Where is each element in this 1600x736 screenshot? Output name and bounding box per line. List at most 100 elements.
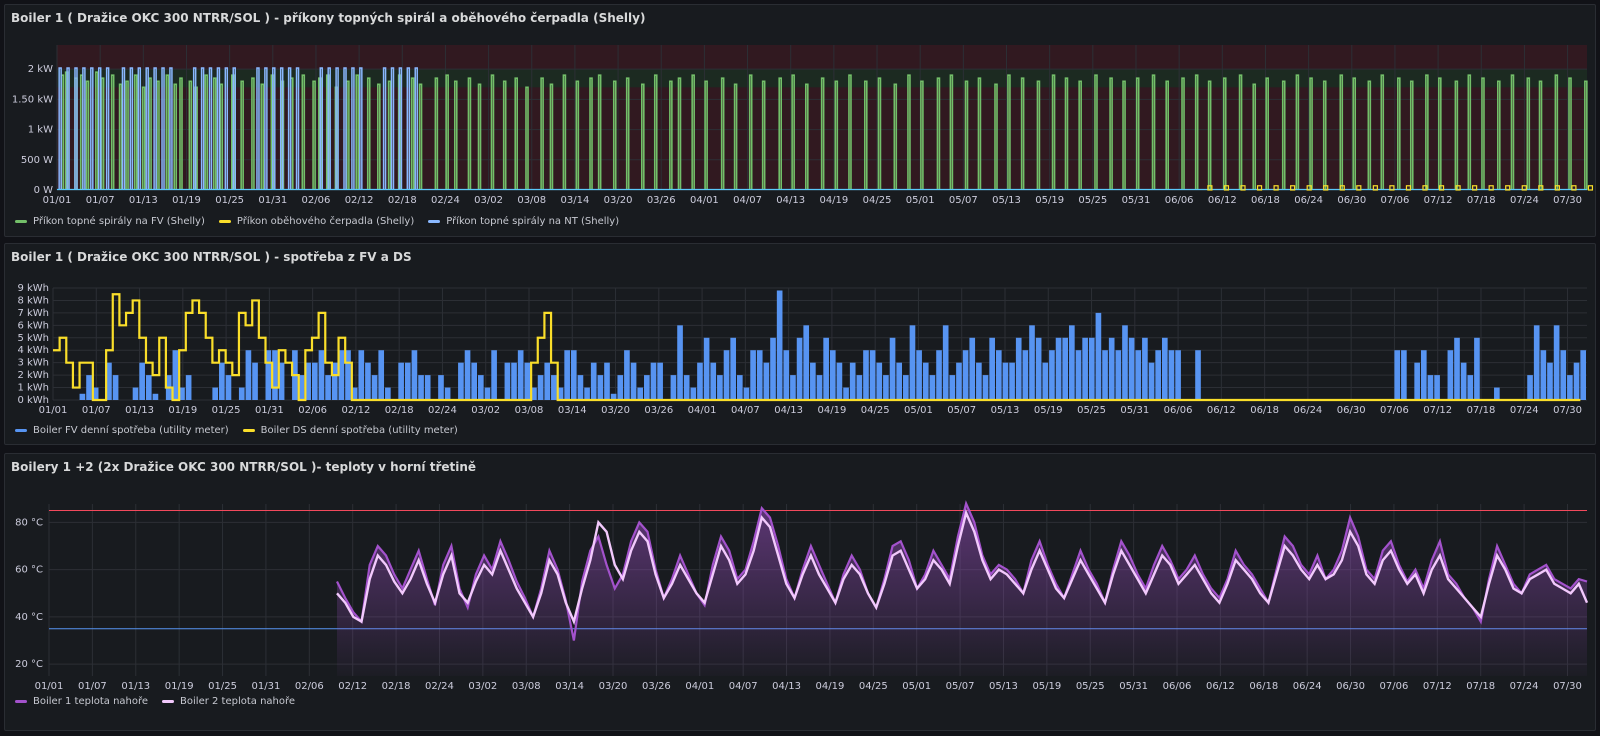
x-tick-label: 01/07 — [82, 405, 111, 416]
x-tick-label: 07/12 — [1423, 681, 1452, 692]
x-tick-label: 05/01 — [906, 195, 935, 206]
legend-item[interactable]: Boiler 2 teplota nahoře — [162, 696, 295, 707]
fv-energy-bar — [1108, 337, 1115, 400]
x-tick-label: 06/06 — [1165, 195, 1194, 206]
fv-energy-bar — [491, 350, 497, 400]
fv-energy-bar — [903, 375, 909, 400]
x-tick-label: 07/30 — [1553, 681, 1582, 692]
fv-energy-bar — [597, 375, 604, 400]
energy-panel: Boiler 1 ( Dražice OKC 300 NTRR/SOL ) - … — [4, 243, 1596, 445]
x-tick-label: 04/19 — [819, 195, 848, 206]
x-tick-label: 03/02 — [471, 405, 500, 416]
x-tick-label: 03/08 — [517, 195, 546, 206]
fv-energy-bar — [843, 387, 849, 400]
fv-energy-bar — [604, 362, 610, 400]
fv-energy-bar — [1195, 350, 1201, 400]
y-tick-label: 2 kWh — [17, 370, 49, 381]
legend-label: Boiler FV denní spotřeba (utility meter) — [33, 425, 229, 436]
fv-energy-bar — [1042, 362, 1049, 400]
fv-energy-bar — [1062, 337, 1069, 400]
legend-item[interactable]: Příkon topné spirály na NT (Shelly) — [428, 216, 619, 227]
y-tick-label: 7 kWh — [17, 308, 49, 319]
temperature-chart[interactable]: 20 °C 40 °C 60 °C 80 °C 01/01 01/07 01/13 01/19… — [5, 454, 1595, 704]
fv-energy-bar — [584, 387, 590, 400]
fv-energy-bar — [145, 375, 152, 400]
fv-energy-bar — [590, 362, 597, 400]
fv-energy-bar — [803, 325, 810, 400]
fv-energy-bar — [471, 362, 478, 400]
x-tick-label: 02/06 — [298, 405, 327, 416]
fv-energy-bar — [404, 362, 411, 400]
x-tick-label: 04/07 — [729, 681, 758, 692]
fv-energy-bar — [949, 375, 956, 400]
fv-energy-bar — [511, 362, 517, 400]
y-tick-label: 9 kWh — [17, 283, 49, 294]
x-tick-label: 02/12 — [345, 195, 374, 206]
x-tick-label: 01/31 — [255, 405, 284, 416]
fv-energy-bar — [1009, 362, 1015, 400]
x-tick-label: 03/20 — [599, 681, 628, 692]
y-tick-label: 4 kWh — [17, 345, 49, 356]
fv-energy-bar — [478, 375, 484, 400]
x-tick-label: 06/12 — [1206, 681, 1235, 692]
x-tick-label: 03/14 — [555, 681, 584, 692]
x-tick-label: 01/19 — [165, 681, 194, 692]
fv-energy-bar — [617, 375, 624, 400]
fv-energy-bar — [238, 387, 245, 400]
fv-energy-bar — [1148, 362, 1155, 400]
fv-energy-bar — [703, 337, 710, 400]
fv-energy-bar — [796, 337, 803, 400]
fv-energy-bar — [790, 375, 796, 400]
legend-label: Příkon topné spirály na FV (Shelly) — [33, 216, 205, 227]
fv-energy-bar — [644, 375, 650, 400]
fv-energy-bar — [358, 350, 365, 400]
x-tick-label: 06/18 — [1250, 405, 1279, 416]
fv-energy-bar — [929, 375, 936, 400]
fv-energy-bar — [1494, 387, 1500, 400]
pump-power-pulse — [1587, 185, 1594, 191]
fv-energy-bar — [869, 350, 876, 400]
legend-item[interactable]: Příkon topné spirály na FV (Shelly) — [15, 216, 205, 227]
y-tick-label: 60 °C — [15, 565, 43, 576]
x-tick-label: 03/02 — [468, 681, 497, 692]
fv-energy-bar — [1115, 350, 1122, 400]
fv-energy-bar — [823, 337, 829, 400]
x-tick-label: 01/01 — [39, 405, 68, 416]
fv-energy-bar — [1088, 337, 1095, 400]
power-chart[interactable]: 0 W500 W1 kW1.50 kW2 kW01/01 01/07 01/13 01… — [5, 5, 1595, 215]
x-tick-label: 04/01 — [690, 195, 719, 206]
fv-energy-bar — [1095, 312, 1102, 400]
legend-item[interactable]: Příkon oběhového čerpadla (Shelly) — [218, 216, 414, 227]
x-tick-label: 03/26 — [647, 195, 676, 206]
x-tick-label: 02/24 — [431, 195, 460, 206]
fv-energy-bar — [624, 350, 630, 400]
fv-energy-bar — [1540, 350, 1547, 400]
fv-energy-bar — [424, 375, 431, 400]
x-tick-label: 07/12 — [1423, 405, 1452, 416]
x-tick-label: 03/26 — [642, 681, 671, 692]
fv-energy-bar — [1527, 375, 1533, 400]
x-tick-label: 05/13 — [991, 405, 1020, 416]
fv-energy-bar — [995, 350, 1002, 400]
fv-energy-bar — [717, 375, 723, 400]
legend-item[interactable]: Boiler 1 teplota nahoře — [15, 696, 148, 707]
energy-chart[interactable]: 0 kWh1 kWh2 kWh3 kWh4 kWh5 kWh6 kWh7 kWh… — [5, 244, 1595, 422]
fv-energy-bar — [690, 387, 697, 400]
fv-energy-bar — [444, 387, 451, 400]
fv-energy-bar — [1547, 362, 1553, 400]
fv-energy-bar — [730, 337, 736, 400]
x-tick-label: 05/01 — [904, 405, 933, 416]
x-tick-label: 05/13 — [989, 681, 1018, 692]
energy-legend: Boiler FV denní spotřeba (utility meter)… — [15, 425, 458, 436]
fv-energy-bar — [79, 393, 86, 400]
threshold-band — [57, 45, 1587, 70]
fv-energy-bar — [1155, 350, 1161, 400]
fv-energy-bar — [1447, 350, 1454, 400]
x-tick-label: 04/25 — [861, 405, 890, 416]
fv-energy-bar — [810, 362, 816, 400]
legend-item[interactable]: Boiler FV denní spotřeba (utility meter) — [15, 425, 229, 436]
x-tick-label: 02/24 — [425, 681, 454, 692]
fv-energy-bar — [365, 362, 371, 400]
legend-item[interactable]: Boiler DS denní spotřeba (utility meter) — [242, 425, 458, 436]
fv-energy-bar — [411, 350, 418, 400]
